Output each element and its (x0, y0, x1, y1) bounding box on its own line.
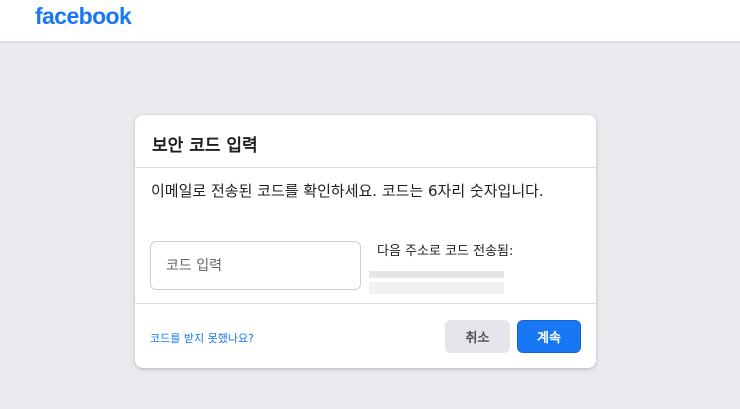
code-input[interactable] (150, 241, 361, 290)
footer-divider (135, 303, 596, 304)
facebook-logo[interactable]: facebook (35, 3, 132, 30)
instructions-text: 이메일로 전송된 코드를 확인하세요. 코드는 6자리 숫자입니다. (151, 182, 544, 200)
sent-to-label: 다음 주소로 코드 전송됨: (377, 244, 514, 259)
dialog-title: 보안 코드 입력 (152, 136, 258, 156)
no-code-link[interactable]: 코드를 받지 못했나요? (150, 330, 254, 346)
cancel-button[interactable]: 취소 (445, 320, 510, 353)
title-divider (135, 167, 596, 168)
redacted-email-line-1 (369, 271, 504, 278)
top-bar: facebook (0, 0, 740, 42)
security-code-dialog: 보안 코드 입력 이메일로 전송된 코드를 확인하세요. 코드는 6자리 숫자입… (135, 115, 596, 368)
continue-button[interactable]: 계속 (517, 320, 581, 353)
redacted-email-line-2 (369, 282, 504, 294)
